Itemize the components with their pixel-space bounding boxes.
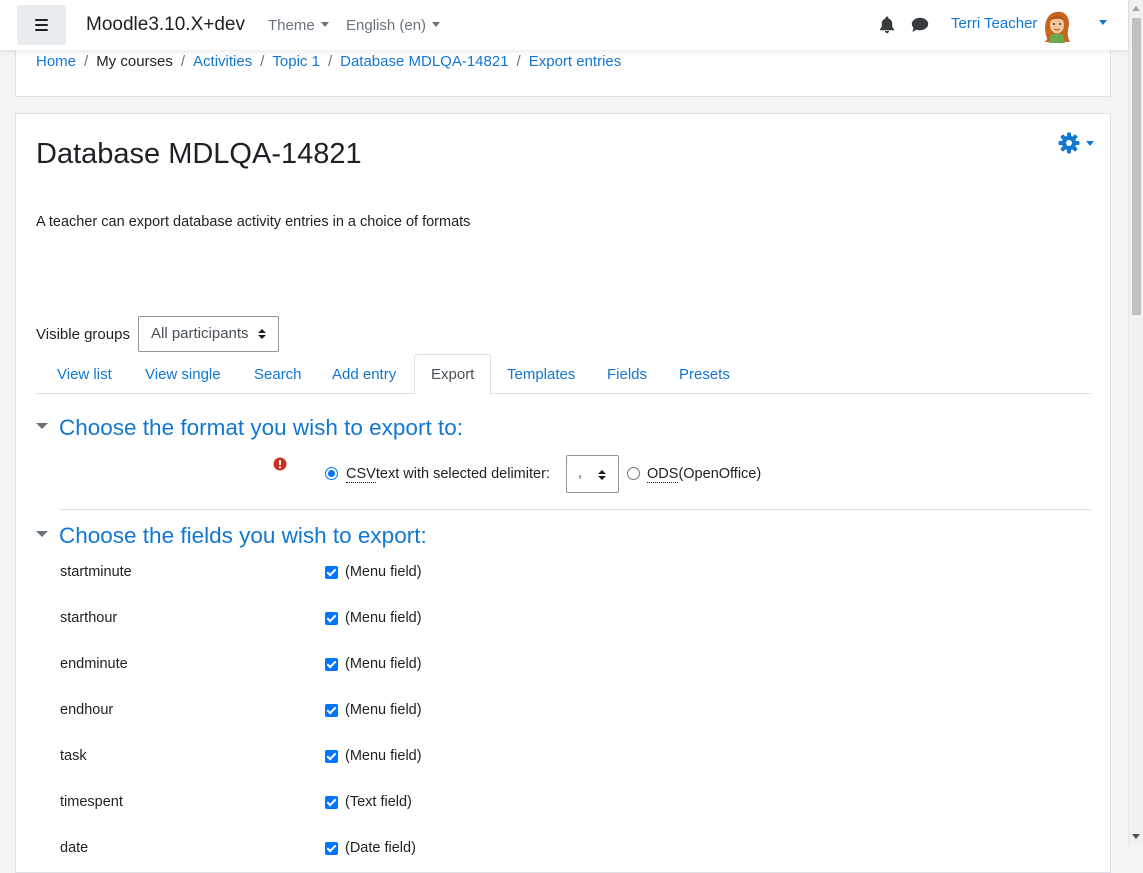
field-row: endhour (Menu field) — [60, 700, 760, 722]
collapse-chevron-icon — [36, 531, 48, 537]
breadcrumb-database[interactable]: Database MDLQA-14821 — [340, 53, 508, 70]
field-row: starthour (Menu field) — [60, 608, 760, 630]
field-row: date (Date field) — [60, 838, 760, 860]
field-row: startminute (Menu field) — [60, 562, 760, 584]
field-checkbox[interactable] — [325, 750, 338, 763]
theme-menu-label: Theme — [268, 17, 315, 34]
delimiter-select[interactable]: , — [565, 455, 619, 493]
format-section-toggle[interactable]: Choose the format you wish to export to: — [36, 415, 463, 441]
format-section-heading: Choose the format you wish to export to: — [59, 415, 463, 440]
fields-section-toggle[interactable]: Choose the fields you wish to export: — [36, 523, 427, 549]
field-type: (Menu field) — [345, 656, 422, 672]
field-checkbox[interactable] — [325, 566, 338, 579]
chevron-down-icon — [1086, 141, 1094, 146]
field-name: timespent — [60, 794, 123, 810]
theme-menu[interactable]: Theme — [268, 17, 329, 34]
field-row: timespent (Text field) — [60, 792, 760, 814]
field-name: task — [60, 748, 87, 764]
avatar[interactable] — [1039, 8, 1074, 44]
user-menu-name[interactable]: Terri Teacher — [951, 15, 1037, 32]
tab-search[interactable]: Search — [254, 354, 302, 394]
field-name: starthour — [60, 610, 118, 626]
actions-menu[interactable] — [1058, 132, 1098, 154]
required-icon — [273, 457, 287, 471]
field-type: (Menu field) — [345, 610, 422, 626]
main-region: Database MDLQA-14821 A teacher can expor… — [15, 113, 1111, 873]
page-title: Database MDLQA-14821 — [36, 138, 362, 170]
breadcrumb-activities[interactable]: Activities — [193, 53, 252, 70]
bell-icon[interactable] — [879, 16, 895, 34]
gear-icon — [1058, 132, 1080, 154]
field-checkbox[interactable] — [325, 612, 338, 625]
select-arrows-icon — [258, 329, 266, 340]
field-name: date — [60, 840, 89, 856]
ods-radio[interactable] — [627, 466, 640, 480]
tab-export[interactable]: Export — [414, 354, 492, 395]
tab-templates[interactable]: Templates — [507, 354, 575, 394]
field-type: (Text field) — [345, 794, 412, 810]
scroll-down-arrow-icon[interactable] — [1132, 834, 1140, 839]
site-brand[interactable]: Moodle3.10.X+dev — [86, 14, 245, 36]
visible-groups-select[interactable]: All participants — [138, 316, 279, 352]
csv-radio[interactable] — [325, 466, 338, 480]
field-checkbox[interactable] — [325, 658, 338, 671]
user-menu-chevron-down-icon[interactable] — [1099, 20, 1107, 25]
select-arrows-icon — [597, 470, 606, 481]
chevron-down-icon — [320, 22, 329, 27]
delimiter-value: , — [577, 465, 582, 481]
tab-fields[interactable]: Fields — [607, 354, 647, 394]
scrollbar-thumb[interactable] — [1132, 18, 1141, 315]
field-type: (Menu field) — [345, 564, 422, 580]
groups-label: Visible groups — [36, 326, 130, 343]
tab-view-single[interactable]: View single — [145, 354, 221, 394]
field-name: endminute — [60, 656, 128, 672]
field-row: endminute (Menu field) — [60, 654, 760, 676]
field-name: startminute — [60, 564, 132, 580]
fields-section-heading: Choose the fields you wish to export: — [59, 523, 427, 548]
field-row: task (Menu field) — [60, 746, 760, 768]
csv-label: text with selected delimiter: — [375, 465, 550, 482]
navbar: Moodle3.10.X+dev Theme English ‎(en)‎ Te… — [0, 0, 1128, 50]
field-checkbox[interactable] — [325, 796, 338, 809]
field-type: (Menu field) — [345, 702, 422, 718]
field-type: (Date field) — [345, 840, 416, 856]
page-scrollbar[interactable] — [1128, 0, 1143, 845]
breadcrumb: Home / My courses / Activities / Topic 1/Datab… — [36, 53, 622, 70]
field-checkbox[interactable] — [325, 842, 338, 855]
breadcrumb-home[interactable]: Home — [36, 53, 76, 70]
field-checkbox[interactable] — [325, 704, 338, 717]
tab-presets[interactable]: Presets — [679, 354, 730, 394]
breadcrumb-export-entries[interactable]: Export entries — [529, 53, 622, 70]
database-tabs: View list View single Search Add entry E… — [36, 354, 1091, 395]
tab-view-list[interactable]: View list — [57, 354, 112, 394]
csv-abbr: CSV — [346, 465, 376, 483]
chat-icon[interactable] — [911, 17, 929, 33]
visible-groups-value: All participants — [151, 325, 249, 342]
ods-abbr: ODS — [647, 465, 679, 483]
chevron-down-icon — [432, 22, 441, 27]
tab-add-entry[interactable]: Add entry — [332, 354, 396, 394]
field-type: (Menu field) — [345, 748, 422, 764]
scroll-up-arrow-icon[interactable] — [1132, 6, 1140, 11]
field-name: endhour — [60, 702, 114, 718]
side-drawer-toggle-button[interactable] — [17, 5, 66, 45]
collapse-chevron-icon — [36, 423, 48, 429]
hamburger-icon — [35, 19, 48, 31]
section-divider — [60, 509, 1091, 510]
breadcrumb-topic[interactable]: Topic 1 — [272, 53, 320, 70]
language-menu[interactable]: English ‎(en)‎ — [346, 17, 441, 34]
breadcrumb-my-courses: My courses — [96, 53, 173, 70]
activity-description: A teacher can export database activity e… — [36, 214, 471, 230]
ods-label: (OpenOffice) — [678, 465, 762, 482]
language-menu-label: English ‎(en)‎ — [346, 17, 427, 34]
export-format-group: CSVtext with selected delimiter: , ODS(O… — [325, 455, 761, 493]
